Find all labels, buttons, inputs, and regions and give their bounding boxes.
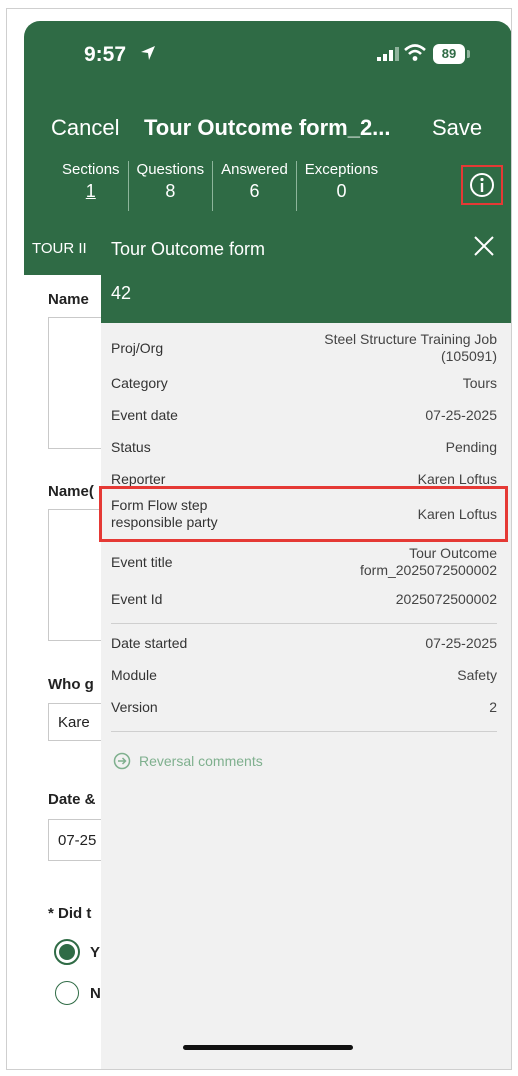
detail-key: Event date (111, 406, 178, 423)
status-time: 9:57 (84, 43, 127, 66)
detail-key: Event title (111, 553, 173, 570)
cancel-button[interactable]: Cancel (51, 115, 119, 141)
radio-yes-label: Y (90, 944, 101, 961)
detail-key: Version (111, 698, 158, 715)
stat-questions: Questions 8 (127, 161, 213, 211)
detail-value: 2 (489, 698, 497, 715)
detail-value: Karen Loftus (417, 505, 497, 522)
info-icon (470, 173, 494, 197)
stat-exceptions: Exceptions 0 (295, 161, 386, 211)
info-panel: Tour Outcome form 42 Proj/Org Steel Stru… (99, 223, 511, 1069)
detail-row-event-date: Event date 07-25-2025 (111, 405, 497, 425)
section-title: TOUR II (32, 240, 87, 257)
detail-row-module: Module Safety (111, 665, 497, 685)
detail-value: 2025072500002 (395, 590, 497, 607)
stat-answered: Answered 6 (212, 161, 296, 211)
save-button[interactable]: Save (432, 115, 482, 141)
name-label: Name (48, 291, 89, 308)
stat-value: 6 (249, 181, 260, 201)
divider (111, 623, 497, 624)
stat-value: 8 (165, 181, 176, 201)
detail-row-date-started: Date started 07-25-2025 (111, 633, 497, 653)
detail-value: 07-25-2025 (425, 406, 497, 423)
detail-value: Safety (457, 666, 497, 683)
detail-row-event-id: Event Id 2025072500002 (111, 589, 497, 609)
stat-label: Sections (62, 161, 120, 178)
detail-key: Module (111, 666, 157, 683)
info-button[interactable] (461, 165, 503, 205)
stat-label: Exceptions (304, 161, 379, 178)
detail-value: Tour Outcome form_2025072500002 (359, 545, 497, 578)
info-panel-title: Tour Outcome form (111, 239, 266, 259)
form-title: Tour Outcome form_2... (144, 115, 391, 140)
form-header: Cancel Tour Outcome form_2... Save Secti… (24, 89, 511, 223)
detail-key: Proj/Org (111, 339, 164, 356)
radio-no-label: N (90, 985, 101, 1002)
battery-icon: 89 (433, 44, 465, 64)
detail-value: Pending (445, 438, 497, 455)
info-panel-header: Tour Outcome form 42 (101, 223, 511, 323)
detail-row-version: Version 2 (111, 697, 497, 717)
stat-sections[interactable]: Sections 1 (54, 161, 128, 211)
detail-value: 07-25-2025 (425, 634, 497, 651)
date-label: Date & (48, 791, 96, 808)
detail-key: Date started (111, 634, 188, 651)
detail-key: Reporter (111, 470, 166, 487)
radio-no[interactable] (55, 981, 79, 1005)
status-bar: 9:57 89 (24, 21, 511, 89)
radio-yes[interactable] (54, 939, 80, 965)
reversal-comments-label: Reversal comments (139, 753, 263, 769)
detail-row-event-title: Event title Tour Outcome form_2025072500… (111, 543, 497, 581)
detail-row-status: Status Pending (111, 437, 497, 457)
battery-tip (467, 50, 470, 58)
arrow-circle-icon (113, 752, 131, 770)
stat-value: 1 (85, 181, 96, 201)
detail-value: Tours (462, 374, 497, 391)
stat-value: 0 (336, 181, 347, 201)
form-stats: Sections 1 Questions 8 Answered 6 Except… (54, 161, 386, 211)
close-icon[interactable] (473, 235, 495, 257)
info-panel-id: 42 (111, 283, 132, 303)
divider (111, 731, 497, 732)
detail-row-proj-org: Proj/Org Steel Structure Training Job (1… (111, 328, 497, 368)
detail-value: Karen Loftus (417, 470, 497, 487)
detail-row-responsible-party: Form Flow step responsible party Karen L… (111, 495, 497, 533)
home-indicator[interactable] (183, 1045, 353, 1050)
date-value: 07-25 (58, 832, 97, 849)
phone-screen: 9:57 89 Cancel Tour Outcome form_2... Sa… (24, 21, 511, 1069)
detail-key: Form Flow step responsible party (111, 497, 218, 530)
detail-value: Steel Structure Training Job (105091) (324, 331, 497, 364)
stat-label: Answered (221, 161, 288, 178)
detail-row-category: Category Tours (111, 373, 497, 393)
question-label: * Did t (48, 905, 92, 922)
screenshot-frame: 9:57 89 Cancel Tour Outcome form_2... Sa… (6, 8, 512, 1070)
name2-label: Name( (48, 483, 94, 500)
detail-key: Status (111, 438, 151, 455)
who-label: Who g (48, 676, 94, 693)
who-value: Kare (58, 714, 90, 731)
detail-key: Category (111, 374, 168, 391)
reversal-comments-link[interactable]: Reversal comments (113, 752, 263, 770)
detail-key: Event Id (111, 590, 163, 607)
signal-icon (377, 47, 399, 61)
stat-label: Questions (136, 161, 205, 178)
location-arrow-icon (141, 46, 155, 60)
wifi-icon (404, 44, 426, 61)
